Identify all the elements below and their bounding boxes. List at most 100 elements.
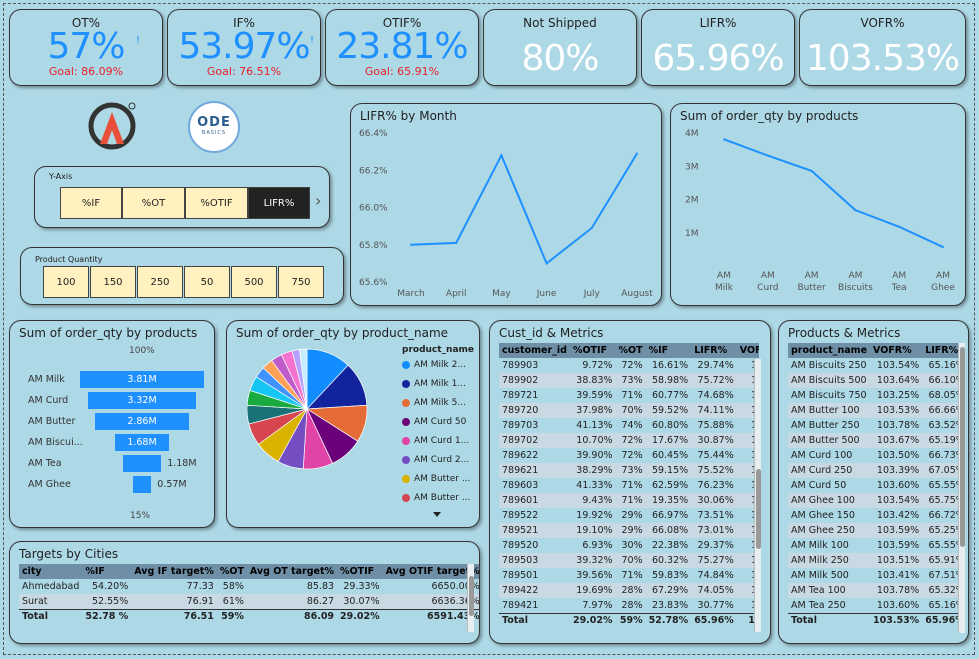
kpi-if[interactable]: IF% 53.97% ! Goal: 76.51% — [167, 9, 321, 86]
table-row[interactable]: 7894217.97%28%23.83%30.77%107.2 — [499, 598, 759, 613]
table-row[interactable]: 7896019.43%71%19.35%30.06%107.7 — [499, 493, 759, 508]
column-header[interactable]: %OTIF — [337, 564, 383, 579]
legend-item[interactable]: AM Butter ... — [402, 493, 470, 503]
total-cell: 52.78 % — [82, 608, 132, 624]
table-row[interactable]: AM Tea 100103.78%65.32% — [788, 583, 958, 598]
scrollbar[interactable] — [467, 564, 474, 632]
legend-item[interactable]: AM Milk 1... — [402, 379, 466, 389]
column-header[interactable]: %IF — [645, 343, 692, 358]
legend-item[interactable]: AM Curd 2... — [402, 455, 469, 465]
table-row[interactable]: 78962138.29%73%59.15%75.52%102.4 — [499, 463, 759, 478]
table-row[interactable]: 78972139.59%71%60.77%74.68%102.4 — [499, 388, 759, 403]
funnel-bar[interactable] — [122, 455, 162, 472]
column-header[interactable]: %OTIF — [569, 343, 616, 358]
table-row[interactable]: 78970210.70%72%17.67%30.87%107.5 — [499, 433, 759, 448]
table-row[interactable]: 78972037.98%70%59.52%74.11%102.7 — [499, 403, 759, 418]
table-row[interactable]: 7895206.93%30%22.38%29.37%107.8 — [499, 538, 759, 553]
table-row[interactable]: AM Ghee 250103.59%65.25% — [788, 523, 958, 538]
table-row[interactable]: Ahmedabad 54.20% 77.33 58% 85.83 29.33% 6650.0… — [19, 579, 479, 594]
table-row[interactable]: AM Milk 250103.51%65.91% — [788, 553, 958, 568]
table-row[interactable]: AM Ghee 150 103.42% 66.72% — [788, 508, 958, 523]
table-row[interactable]: 78970341.13%74%60.80%75.88%102.7 — [499, 418, 759, 433]
kpi-ot[interactable]: OT% 57% ! Goal: 86.09% — [9, 9, 163, 86]
scrollbar[interactable] — [958, 343, 965, 633]
kpi-lifr[interactable]: LIFR% 65.96% — [641, 9, 795, 86]
column-header[interactable]: product_name — [788, 343, 871, 358]
legend-item[interactable]: AM Milk 5... — [402, 398, 466, 408]
column-header[interactable]: customer_id — [499, 343, 570, 358]
column-header[interactable]: Avg OT target% — [246, 564, 338, 579]
slicer-option-ot[interactable]: %OT — [122, 187, 185, 219]
table-row[interactable]: AM Biscuits 250 103.54% 65.16% — [788, 358, 958, 373]
table-row[interactable]: 78950139.56%71%59.83%74.84%102.5 — [499, 568, 759, 583]
table-row[interactable]: AM Curd 100 103.50% 66.73% — [788, 448, 958, 463]
qty-option[interactable]: 500 — [231, 266, 277, 298]
column-header[interactable]: LIFR% — [922, 343, 958, 358]
lifr-by-month-chart[interactable]: LIFR% by Month 65.6% 65.8% 66.0% 66.2% 66.4%… — [350, 103, 662, 306]
legend-item[interactable]: AM Curd 50 — [402, 417, 466, 427]
table-cell: 52.55% — [82, 594, 132, 609]
table-row[interactable]: 78952219.92%29%66.97%73.51%102.7 — [499, 508, 759, 523]
table-row[interactable]: AM Milk 100 103.59% 65.55% — [788, 538, 958, 553]
table-row[interactable]: AM Biscuits 750 103.25% 68.05% — [788, 388, 958, 403]
column-header[interactable]: VOFR% — [736, 343, 759, 358]
funnel-bar[interactable]: 2.86M — [95, 413, 189, 430]
caret-down-icon[interactable] — [433, 512, 441, 517]
table-row[interactable]: 78942219.69%28%67.29%74.05%102.8 — [499, 583, 759, 598]
pie-svg — [247, 348, 368, 470]
column-header[interactable]: %OT — [216, 564, 247, 579]
qty-option[interactable]: 750 — [278, 266, 324, 298]
qty-option[interactable]: 250 — [137, 266, 183, 298]
table-row[interactable]: AM Tea 250 103.60% 65.16% — [788, 598, 958, 613]
table-cell: 6.93% — [582, 540, 613, 551]
table-row[interactable]: 78962239.90%72%60.45%75.44%102.4 — [499, 448, 759, 463]
column-header[interactable]: %IF — [82, 564, 132, 579]
order-qty-line-chart[interactable]: Sum of order_qty by products 1M 2M 3M 4M AM M… — [670, 103, 966, 306]
order-qty-pie-chart[interactable]: Sum of order_qty by product_name product… — [226, 320, 480, 528]
table-row[interactable]: AM Butter 100103.53%66.66% — [788, 403, 958, 418]
scrollbar-thumb[interactable] — [960, 347, 965, 547]
column-header[interactable]: Avg OTIF target% — [382, 564, 479, 579]
table-row[interactable]: Surat 52.55% 76.91 61% 86.27 30.07% 6636.36% — [19, 594, 479, 609]
kpi-vofr[interactable]: VOFR% 103.53% — [799, 9, 966, 86]
table-row[interactable]: 78950339.32%70%60.32%75.27%102.4 — [499, 553, 759, 568]
chevron-right-icon[interactable]: › — [315, 191, 321, 210]
column-header[interactable]: Avg IF target% — [131, 564, 217, 579]
qty-option[interactable]: 50 — [184, 266, 230, 298]
table-cell: 70% — [615, 403, 646, 418]
table-row[interactable]: AM Butter 250 103.78% 63.52% — [788, 418, 958, 433]
legend-item[interactable]: AM Curd 1... — [402, 436, 469, 446]
table-row[interactable]: 78952119.10%29%66.08%73.01%102.7 — [499, 523, 759, 538]
order-qty-funnel-chart[interactable]: Sum of order_qty by products 100% AM Mil… — [9, 320, 215, 528]
customer-metrics-table: Cust_id & Metrics customer_id %OTIF %OT %IF… — [489, 320, 771, 644]
slicer-option-otif[interactable]: %OTIF — [185, 187, 248, 219]
kpi-not-shipped[interactable]: Not Shipped 80% — [483, 9, 637, 86]
table-row[interactable]: 78990238.83%73%58.98%75.72%102.4 — [499, 373, 759, 388]
column-header[interactable]: %OT — [615, 343, 646, 358]
funnel-bar[interactable]: 3.81M — [80, 371, 204, 388]
table-row[interactable]: 7899039.72%72%16.61%29.74%107.6 — [499, 358, 759, 373]
kpi-otif[interactable]: OTIF% 23.81% Goal: 65.91% — [325, 9, 479, 86]
legend-item[interactable]: AM Milk 2... — [402, 360, 466, 370]
table-row[interactable]: AM Biscuits 500103.64%66.10% — [788, 373, 958, 388]
scrollbar[interactable] — [754, 359, 761, 632]
funnel-bar[interactable]: 3.32M — [87, 392, 197, 409]
funnel-bar[interactable] — [132, 476, 152, 493]
table-row[interactable]: AM Ghee 100103.54%65.75% — [788, 493, 958, 508]
table-row[interactable]: AM Butter 500103.67%65.19% — [788, 433, 958, 448]
column-header[interactable]: LIFR% — [691, 343, 737, 358]
column-header[interactable]: city — [19, 564, 83, 579]
qty-option[interactable]: 150 — [90, 266, 136, 298]
column-header[interactable]: VOFR% — [870, 343, 923, 358]
table-row[interactable]: AM Curd 250103.39%67.05% — [788, 463, 958, 478]
scrollbar-thumb[interactable] — [469, 576, 474, 616]
table-row[interactable]: AM Milk 500 103.41% 67.51% — [788, 568, 958, 583]
legend-item[interactable]: AM Butter ... — [402, 474, 470, 484]
qty-option[interactable]: 100 — [43, 266, 89, 298]
funnel-bar[interactable]: 1.68M — [114, 434, 170, 451]
table-row[interactable]: 78960341.33%71%62.59%76.23%102.4 — [499, 478, 759, 493]
scrollbar-thumb[interactable] — [756, 469, 761, 549]
slicer-option-lifr[interactable]: LIFR% — [248, 187, 310, 219]
slicer-option-if[interactable]: %IF — [60, 187, 122, 219]
table-row[interactable]: AM Curd 50 103.60% 65.55% — [788, 478, 958, 493]
